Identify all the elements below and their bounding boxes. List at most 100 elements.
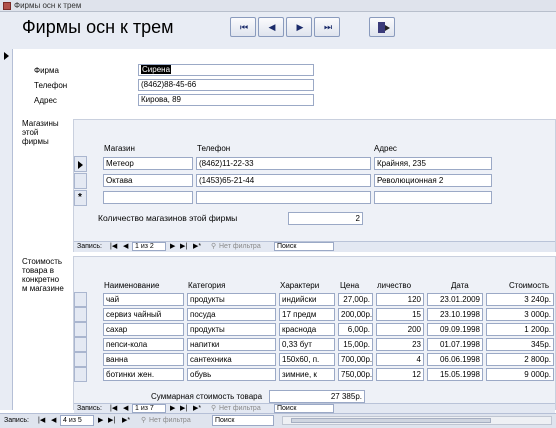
firm-label: Фирма <box>34 66 59 75</box>
goods-cell[interactable]: сантехника <box>187 353 276 366</box>
form-icon <box>3 2 11 10</box>
goods-cell[interactable]: 1 200р. <box>486 323 554 336</box>
goods-cell[interactable]: 9 000р. <box>486 368 554 381</box>
stores-col-phone: Телефон <box>197 144 231 153</box>
goods-row-selector[interactable] <box>74 337 87 352</box>
new-record-button[interactable]: ▶* <box>193 242 201 252</box>
first-record-button[interactable]: |◀ <box>110 242 117 252</box>
goods-cell[interactable]: 0,33 бут <box>279 338 335 351</box>
phone-field[interactable]: (8462)88-45-66 <box>138 79 314 91</box>
goods-cell[interactable]: 120 <box>376 293 424 306</box>
stores-cell[interactable]: Октава <box>103 174 193 187</box>
goods-cell[interactable]: 6,00р. <box>338 323 373 336</box>
next-record-icon: ▶ <box>296 21 304 32</box>
goods-cell[interactable]: ванна <box>103 353 184 366</box>
previous-record-button[interactable]: ◀ <box>258 17 284 37</box>
goods-row-selector[interactable] <box>74 322 87 337</box>
stores-row-selector[interactable] <box>74 156 87 172</box>
goods-cell[interactable]: 345р. <box>486 338 554 351</box>
stores-cell[interactable]: (1453)65-21-44 <box>196 174 371 187</box>
next-record-button[interactable]: ▶ <box>170 242 175 252</box>
goods-cell[interactable]: 2 800р. <box>486 353 554 366</box>
stores-section-label-line: Магазины <box>22 119 59 128</box>
address-field[interactable]: Кирова, 89 <box>138 94 314 106</box>
stores-new-cell[interactable] <box>374 191 492 204</box>
goods-row-selector[interactable] <box>74 352 87 367</box>
goods-cell[interactable]: 23.10.1998 <box>427 308 483 321</box>
close-form-button[interactable] <box>369 17 395 37</box>
horizontal-scrollbar[interactable] <box>282 416 552 425</box>
previous-record-button[interactable]: ◀ <box>51 414 56 428</box>
last-record-button[interactable]: ▶| <box>180 242 187 252</box>
goods-cell[interactable]: 200 <box>376 323 424 336</box>
goods-cell[interactable]: 3 000р. <box>486 308 554 321</box>
goods-row-selector[interactable] <box>74 292 87 307</box>
address-label: Адрес <box>34 96 57 105</box>
goods-cell[interactable]: 12 <box>376 368 424 381</box>
goods-cell[interactable]: 15.05.1998 <box>427 368 483 381</box>
goods-cell[interactable]: 01.07.1998 <box>427 338 483 351</box>
goods-cell[interactable]: пепси-кола <box>103 338 184 351</box>
goods-cell[interactable]: 23.01.2009 <box>427 293 483 306</box>
record-position-field[interactable]: 1 из 2 <box>132 242 166 251</box>
goods-cell[interactable]: 09.09.1998 <box>427 323 483 336</box>
new-record-button[interactable]: ▶* <box>122 414 130 428</box>
goods-cell[interactable]: 15,00р. <box>338 338 373 351</box>
search-input[interactable]: Поиск <box>274 242 334 251</box>
record-position-field[interactable]: 4 из 5 <box>60 415 94 426</box>
stores-new-cell[interactable] <box>103 191 193 204</box>
stores-new-row-selector[interactable]: * <box>74 190 87 206</box>
exit-door-icon <box>378 22 385 33</box>
goods-cell[interactable]: 200,00р. <box>338 308 373 321</box>
goods-cell[interactable]: краснода <box>279 323 335 336</box>
goods-cell[interactable]: 27,00р. <box>338 293 373 306</box>
filter-status[interactable]: Нет фильтра <box>149 414 191 428</box>
goods-cell[interactable]: 3 240р. <box>486 293 554 306</box>
goods-cell[interactable]: 23 <box>376 338 424 351</box>
next-record-button[interactable]: ▶ <box>286 17 312 37</box>
goods-cell[interactable]: индийски <box>279 293 335 306</box>
record-selector[interactable] <box>0 49 13 410</box>
firm-field[interactable]: Сирена <box>138 64 314 76</box>
exit-arrow-icon <box>385 25 390 31</box>
goods-cell[interactable]: сахар <box>103 323 184 336</box>
goods-cell[interactable]: чай <box>103 293 184 306</box>
goods-cell[interactable]: 17 предм <box>279 308 335 321</box>
filter-status[interactable]: Нет фильтра <box>219 242 261 252</box>
goods-cell[interactable]: 15 <box>376 308 424 321</box>
first-record-button[interactable]: |◀ <box>38 414 45 428</box>
next-record-button[interactable]: ▶ <box>98 414 103 428</box>
last-record-button[interactable]: ⏭ <box>314 17 340 37</box>
search-input[interactable]: Поиск <box>274 404 334 413</box>
goods-cell[interactable]: 150х60, п. <box>279 353 335 366</box>
goods-row-selector[interactable] <box>74 367 87 382</box>
goods-cell[interactable]: 750,00р. <box>338 368 373 381</box>
record-position-field[interactable]: 1 из 7 <box>132 404 166 413</box>
goods-cell[interactable]: продукты <box>187 323 276 336</box>
store-count-field: 2 <box>288 212 363 225</box>
last-record-button[interactable]: ▶| <box>108 414 115 428</box>
stores-cell[interactable]: (8462)11-22-33 <box>196 157 371 170</box>
stores-row-selector[interactable] <box>74 173 87 189</box>
previous-record-button[interactable]: ◀ <box>123 242 128 252</box>
stores-col-address: Адрес <box>374 144 397 153</box>
goods-cell[interactable]: зимние, к <box>279 368 335 381</box>
goods-cell[interactable]: ботинки жен. <box>103 368 184 381</box>
stores-cell[interactable]: Революционная 2 <box>374 174 492 187</box>
stores-cell[interactable]: Метеор <box>103 157 193 170</box>
scrollbar-thumb[interactable] <box>291 418 491 423</box>
stores-new-cell[interactable] <box>196 191 371 204</box>
goods-cell[interactable]: 06.06.1998 <box>427 353 483 366</box>
goods-cell[interactable]: 4 <box>376 353 424 366</box>
goods-row-selector[interactable] <box>74 307 87 322</box>
search-input[interactable]: Поиск <box>212 415 274 426</box>
record-label: Запись: <box>4 417 29 424</box>
goods-cell[interactable]: сервиз чайный <box>103 308 184 321</box>
goods-cell[interactable]: обувь <box>187 368 276 381</box>
goods-cell[interactable]: 700,00р. <box>338 353 373 366</box>
goods-cell[interactable]: напитки <box>187 338 276 351</box>
goods-cell[interactable]: продукты <box>187 293 276 306</box>
first-record-button[interactable]: ⏮ <box>230 17 256 37</box>
goods-cell[interactable]: посуда <box>187 308 276 321</box>
stores-cell[interactable]: Крайняя, 235 <box>374 157 492 170</box>
